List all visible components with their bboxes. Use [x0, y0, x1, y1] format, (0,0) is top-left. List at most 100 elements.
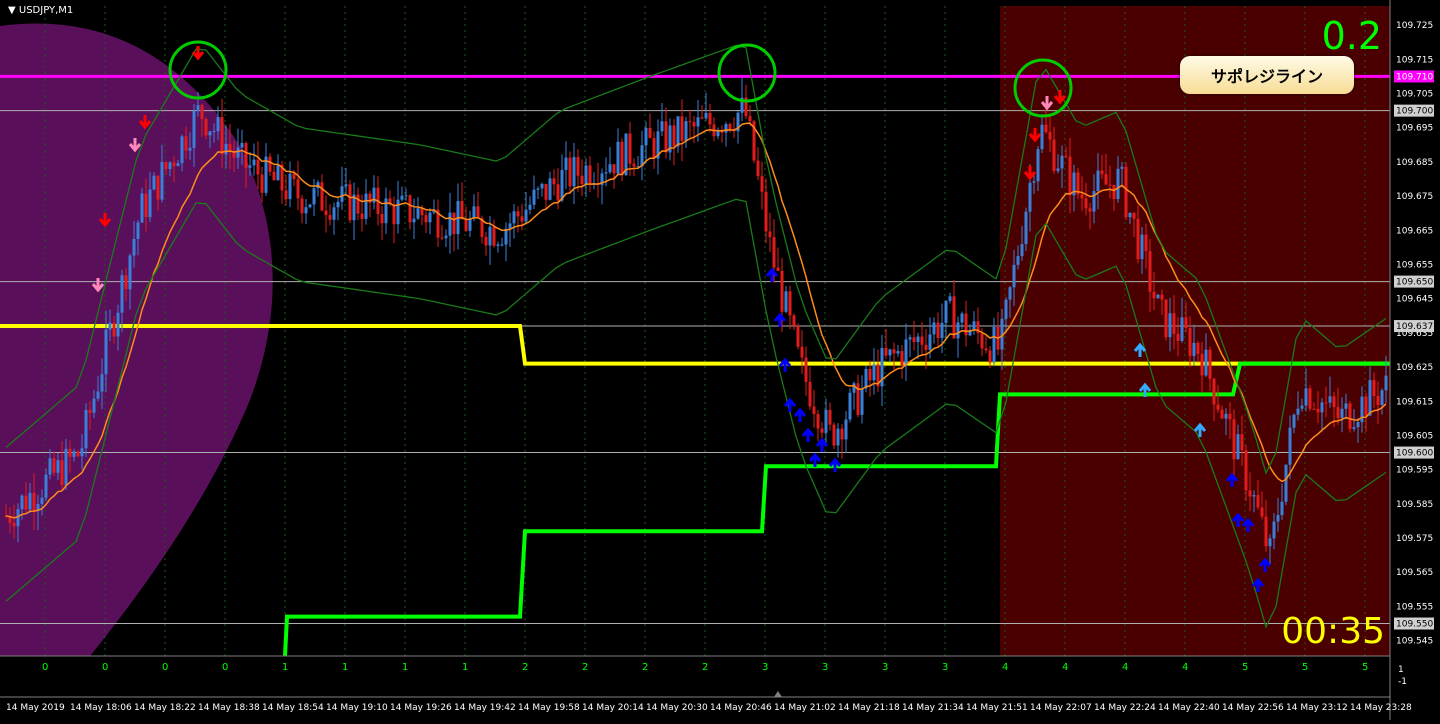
candle-body	[1352, 427, 1356, 429]
candle-body	[308, 204, 312, 208]
candle-body	[412, 218, 416, 223]
candle-body	[768, 231, 772, 238]
price-axis-label: 109.705	[1396, 90, 1433, 100]
candle-body	[1048, 132, 1052, 140]
indicator-value: 4	[1062, 662, 1068, 673]
candle-body	[792, 315, 796, 326]
candle-body	[212, 131, 216, 133]
candle-body	[296, 179, 300, 199]
candle-body	[1296, 408, 1300, 415]
candle-body	[1012, 264, 1016, 288]
candle-body	[192, 111, 196, 148]
candle-body	[1064, 155, 1068, 157]
candle-body	[72, 451, 76, 457]
candle-body	[512, 211, 516, 224]
candle-body	[912, 337, 916, 342]
ny-session-zone	[1000, 6, 1390, 656]
candle-body	[1052, 139, 1056, 172]
candle-body	[516, 211, 520, 217]
price-axis-label: 109.645	[1396, 295, 1433, 305]
candle-body	[1280, 501, 1284, 516]
candle-body	[384, 198, 388, 224]
candle-body	[836, 428, 840, 446]
candle-body	[704, 112, 708, 119]
candle-body	[564, 157, 568, 171]
chart-area[interactable]: 109.725 109.715 109.705 109.695 109.685 109.6…	[0, 0, 1440, 720]
candle-body	[1108, 184, 1112, 186]
candle-body	[284, 190, 288, 200]
time-axis-label: 14 May 20:46	[710, 703, 772, 713]
price-tag-label: 109.637	[1396, 322, 1433, 332]
candle-body	[1160, 294, 1164, 300]
candle-body	[864, 368, 868, 389]
candle-body	[112, 322, 116, 337]
candle-body	[228, 144, 232, 151]
candle-body	[1284, 464, 1288, 502]
candle-body	[940, 322, 944, 339]
candle-body	[416, 208, 420, 219]
candle-body	[784, 291, 788, 312]
time-axis-label: 14 May 22:40	[1158, 703, 1220, 713]
candle-body	[1300, 405, 1304, 409]
candle-body	[628, 133, 632, 164]
candle-body	[224, 144, 228, 155]
candle-body	[1340, 408, 1344, 418]
candle-body	[904, 339, 908, 366]
candle-body	[40, 497, 44, 505]
candle-body	[616, 141, 620, 174]
candle-body	[116, 312, 120, 337]
candle-body	[1136, 218, 1140, 260]
candle-body	[804, 357, 808, 382]
candle-body	[700, 117, 704, 119]
candle-body	[1176, 333, 1180, 341]
indicator-value: 1	[282, 662, 288, 673]
candle-body	[1288, 427, 1292, 465]
candle-body	[1204, 349, 1208, 376]
candle-body	[256, 159, 260, 175]
candle-body	[1368, 380, 1372, 416]
indicator-value: 2	[642, 662, 648, 673]
candle-body	[100, 374, 104, 392]
candle-body	[1272, 521, 1276, 539]
candle-body	[932, 322, 936, 335]
candle-body	[1168, 313, 1172, 338]
time-axis-label: 14 May 21:02	[774, 703, 836, 713]
candle-body	[972, 321, 976, 330]
candle-body	[604, 172, 608, 174]
candle-body	[1100, 170, 1104, 175]
candle-body	[1068, 156, 1072, 196]
candle-body	[828, 409, 832, 425]
symbol-text: USDJPY,M1	[18, 5, 74, 16]
candle-body	[440, 237, 444, 239]
price-axis-label: 109.575	[1396, 534, 1433, 544]
time-axis-label: 14 May 21:34	[902, 703, 964, 713]
candle-body	[1380, 390, 1384, 406]
candle-body	[1232, 419, 1236, 460]
candle-body	[264, 156, 268, 193]
indicator-value: 0	[102, 662, 108, 673]
candle-body	[956, 322, 960, 339]
indicator-value: 5	[1242, 662, 1248, 673]
candle-body	[1356, 422, 1360, 428]
candle-body	[244, 142, 248, 168]
candle-body	[1328, 396, 1332, 403]
candle-body	[1292, 414, 1296, 428]
indicator-value: 3	[942, 662, 948, 673]
candle-body	[948, 296, 952, 302]
candle-body	[908, 337, 912, 340]
time-axis-label: 14 May 22:56	[1222, 703, 1284, 713]
price-chart[interactable]: 109.725 109.715 109.705 109.695 109.685 109.6…	[0, 0, 1440, 720]
candle-body	[52, 458, 56, 473]
candle-body	[1184, 317, 1188, 329]
candle-body	[220, 117, 224, 155]
candle-body	[452, 212, 456, 235]
candle-body	[780, 270, 784, 312]
candle-body	[1024, 211, 1028, 245]
candle-body	[896, 351, 900, 354]
candle-body	[424, 215, 428, 223]
time-axis-label: 14 May 2019	[6, 703, 65, 713]
spread-display: 0.2	[1321, 14, 1382, 58]
candle-body	[408, 195, 412, 223]
indicator-value: 4	[1002, 662, 1008, 673]
candle-body	[188, 147, 192, 151]
